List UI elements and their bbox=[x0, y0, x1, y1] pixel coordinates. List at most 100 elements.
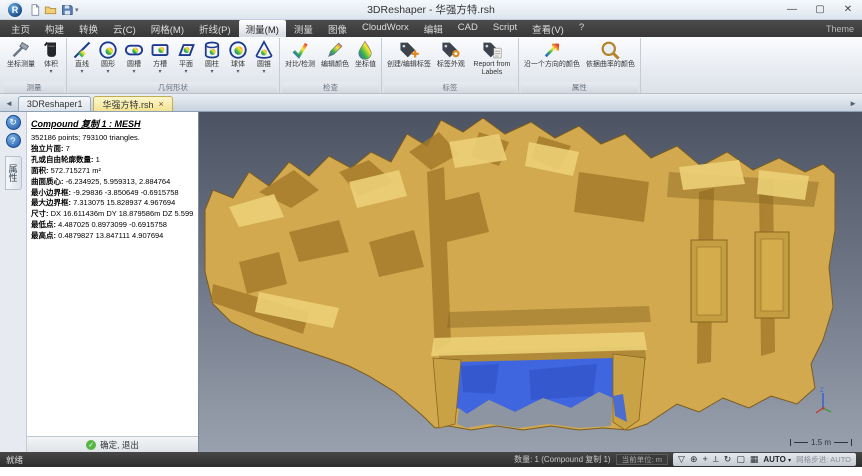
3d-viewport[interactable]: Z 1.5 m bbox=[199, 112, 862, 452]
auto-caret-icon: ▾ bbox=[788, 458, 791, 464]
ribbon-group-3: 创建/编辑标签标签外观Report from Labels标签 bbox=[382, 38, 519, 93]
snap-auto-dropdown[interactable]: AUTO ▾ bbox=[763, 455, 791, 464]
ribbon-button-label: 圆形 bbox=[101, 61, 115, 69]
property-label: 面积: bbox=[31, 166, 49, 175]
document-tab-label: 3DReshaper1 bbox=[27, 99, 83, 109]
ribbon-button-shape-square-slot[interactable]: 方槽▾ bbox=[147, 38, 173, 75]
ribbon-button-edit-color[interactable]: 编辑颜色 bbox=[318, 38, 352, 69]
ribbon-button-color-direction[interactable]: 沿一个方向的颜色 bbox=[521, 38, 583, 69]
ribbon-button-shape-sphere[interactable]: 球体▾ bbox=[225, 38, 251, 75]
ribbon-button-volume[interactable]: 体积▾ bbox=[38, 38, 64, 75]
shape-line-icon bbox=[72, 39, 92, 61]
selection-box-icon[interactable]: ▢ bbox=[736, 454, 745, 465]
ribbon-button-shape-plane[interactable]: 平面▾ bbox=[173, 38, 199, 75]
zoom-icon[interactable]: ⊕ bbox=[690, 454, 698, 465]
pan-icon[interactable]: + bbox=[702, 454, 707, 465]
menu-tab-2[interactable]: 转换 bbox=[72, 20, 105, 37]
ribbon-button-compare[interactable]: 对比/检测 bbox=[282, 38, 318, 69]
mesh-property-line: 尺寸: DX 16.611436m DY 18.879586m DZ 5.599… bbox=[31, 209, 194, 220]
open-folder-icon[interactable] bbox=[44, 3, 57, 16]
property-value: 4.487025 0.8973099 -0.6915758 bbox=[58, 220, 167, 229]
menu-tabs: 主页构建转换云(C)网格(M)折线(P)测量(M)测量图像CloudWorx编辑… bbox=[4, 20, 591, 37]
volume-icon bbox=[41, 39, 61, 61]
ribbon-button-tag-appearance[interactable]: 标签外观 bbox=[434, 38, 468, 69]
status-tools: ▽ ⊕ + ⟂ ↻ ▢ ▦ bbox=[678, 454, 758, 465]
menu-tab-8[interactable]: 图像 bbox=[321, 20, 354, 37]
menu-tab-10[interactable]: 编辑 bbox=[417, 20, 450, 37]
menu-tab-14[interactable]: ? bbox=[572, 20, 591, 37]
ribbon-button-label: 沿一个方向的颜色 bbox=[524, 61, 580, 69]
shape-cone-icon bbox=[254, 39, 274, 61]
ribbon-button-tag-create[interactable]: 创建/编辑标签 bbox=[384, 38, 434, 69]
tab-close-icon[interactable]: × bbox=[158, 100, 163, 109]
ribbon-button-shape-cylinder[interactable]: 圆柱▾ bbox=[199, 38, 225, 75]
document-tabs: 3DReshaper1 华强方特.rsh× bbox=[18, 96, 173, 111]
menu-tab-7[interactable]: 测量 bbox=[287, 20, 320, 37]
ribbon-button-label: 创建/编辑标签 bbox=[387, 61, 431, 69]
shape-sphere-icon bbox=[228, 39, 248, 61]
ribbon-group-2: 对比/检测编辑颜色坐标值检查 bbox=[280, 38, 382, 93]
dropdown-caret-icon: ▾ bbox=[236, 69, 239, 75]
tab-scroll-right-icon[interactable]: ► bbox=[846, 99, 860, 111]
shape-round-slot-icon bbox=[124, 39, 144, 61]
ribbon-button-shape-cone[interactable]: 圆锥▾ bbox=[251, 38, 277, 75]
menu-tab-5[interactable]: 折线(P) bbox=[192, 20, 238, 37]
filter-funnel-icon[interactable]: ▽ bbox=[678, 454, 685, 465]
ribbon-button-tag-report[interactable]: Report from Labels bbox=[468, 38, 516, 77]
ribbon-button-measure[interactable]: 坐标测量 bbox=[4, 38, 38, 69]
menu-tab-11[interactable]: CAD bbox=[451, 20, 485, 37]
ribbon-button-label: 编辑颜色 bbox=[321, 61, 349, 69]
property-value: 572.715271 m² bbox=[51, 166, 101, 175]
shape-cylinder-icon bbox=[202, 39, 222, 61]
menu-tab-3[interactable]: 云(C) bbox=[106, 20, 143, 37]
close-button[interactable]: ✕ bbox=[834, 1, 862, 19]
ribbon-button-extract-value[interactable]: 坐标值 bbox=[352, 38, 379, 69]
app-logo-icon[interactable]: R bbox=[6, 1, 24, 19]
ribbon-group-label: 检查 bbox=[282, 82, 379, 93]
menu-tab-4[interactable]: 网格(M) bbox=[144, 20, 191, 37]
ribbon-button-label: 圆槽 bbox=[127, 61, 141, 69]
shape-plane-icon bbox=[176, 39, 196, 61]
edit-color-icon bbox=[325, 39, 345, 61]
shape-square-slot-icon bbox=[150, 39, 170, 61]
menu-tab-6[interactable]: 测量(M) bbox=[239, 20, 286, 37]
ribbon-button-shape-round-slot[interactable]: 圆槽▾ bbox=[121, 38, 147, 75]
menu-tab-9[interactable]: CloudWorx bbox=[355, 20, 416, 37]
property-label: 最低点: bbox=[31, 220, 56, 229]
extract-value-icon bbox=[355, 39, 375, 61]
ribbon-button-shape-circle[interactable]: 圆形▾ bbox=[95, 38, 121, 75]
dropdown-caret-icon: ▾ bbox=[49, 69, 52, 75]
save-icon[interactable] bbox=[60, 3, 73, 16]
new-document-icon[interactable] bbox=[28, 3, 41, 16]
axis-icon[interactable]: ⟂ bbox=[713, 454, 719, 465]
document-tab-1[interactable]: 华强方特.rsh× bbox=[93, 96, 172, 111]
grid-icon[interactable]: ▦ bbox=[750, 454, 759, 465]
dropdown-caret-icon: ▾ bbox=[262, 69, 265, 75]
maximize-button[interactable]: ▢ bbox=[806, 1, 834, 19]
minimize-button[interactable]: — bbox=[778, 1, 806, 19]
status-unit[interactable]: 当前单位: m bbox=[616, 454, 668, 465]
ribbon-button-color-curvature[interactable]: 依据曲率的颜色 bbox=[583, 38, 638, 69]
properties-vertical-tab[interactable]: 属性 bbox=[5, 156, 22, 190]
ribbon-button-shape-line[interactable]: 直线▾ bbox=[69, 38, 95, 75]
help-icon[interactable]: ? bbox=[6, 133, 21, 148]
ribbon-button-label: 依据曲率的颜色 bbox=[586, 61, 635, 69]
mesh-summary: 352186 points; 793100 triangles. bbox=[31, 133, 194, 142]
dropdown-caret-icon: ▾ bbox=[158, 69, 161, 75]
rotate-icon[interactable]: ↻ bbox=[724, 454, 732, 465]
left-icon-strip: ↻ ? 属性 bbox=[0, 112, 27, 452]
view-tools-icon[interactable]: ↻ bbox=[6, 115, 21, 130]
menu-tab-13[interactable]: 查看(V) bbox=[525, 20, 571, 37]
tab-scroll-left-icon[interactable]: ◄ bbox=[2, 99, 16, 111]
ribbon-spacer bbox=[641, 38, 860, 93]
menu-tab-0[interactable]: 主页 bbox=[4, 20, 37, 37]
menu-tab-1[interactable]: 构建 bbox=[38, 20, 71, 37]
document-tab-0[interactable]: 3DReshaper1 bbox=[18, 96, 92, 111]
ribbon-button-label: 对比/检测 bbox=[285, 61, 315, 69]
ribbon-button-label: 直线 bbox=[75, 61, 89, 69]
status-ready: 就绪 bbox=[6, 454, 23, 466]
confirm-exit-label: 确定, 退出 bbox=[100, 439, 139, 451]
menu-tab-12[interactable]: Script bbox=[486, 20, 524, 37]
confirm-exit-button[interactable]: ✓ 确定, 退出 bbox=[27, 436, 198, 452]
theme-selector[interactable]: Theme bbox=[826, 24, 858, 34]
